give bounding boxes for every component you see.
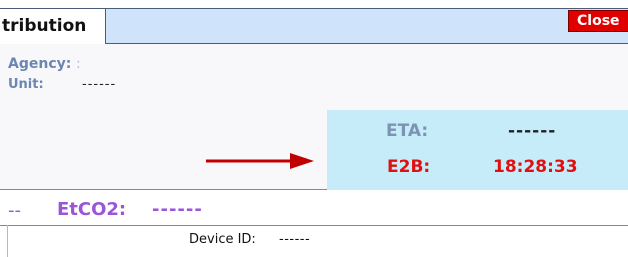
eta-panel: ETA: ------ E2B: 18:28:33 (327, 110, 628, 190)
e2b-label: E2B: (387, 157, 431, 177)
tab-distribution[interactable]: tribution (0, 8, 106, 44)
agency-label: Agency: (8, 56, 72, 72)
device-id-value: ------ (279, 232, 311, 247)
etco2-prefix: -- (8, 200, 21, 221)
left-border (7, 225, 8, 257)
eta-label: ETA: (386, 121, 429, 141)
tab-bar: tribution (0, 8, 628, 44)
unit-value: ------ (82, 77, 117, 92)
etco2-value: ------ (152, 199, 203, 220)
divider (0, 225, 628, 226)
etco2-label: EtCO2: (57, 199, 127, 220)
close-button[interactable]: Close (568, 10, 628, 32)
viewport: tribution Close Agency: : Unit: ------ E… (0, 0, 628, 257)
e2b-value: 18:28:33 (493, 157, 578, 177)
unit-label: Unit: (8, 77, 44, 92)
agency-separator: : (76, 56, 81, 72)
right-arrow-icon (206, 153, 314, 169)
device-id-label: Device ID: (189, 232, 256, 247)
eta-value: ------ (508, 121, 557, 141)
